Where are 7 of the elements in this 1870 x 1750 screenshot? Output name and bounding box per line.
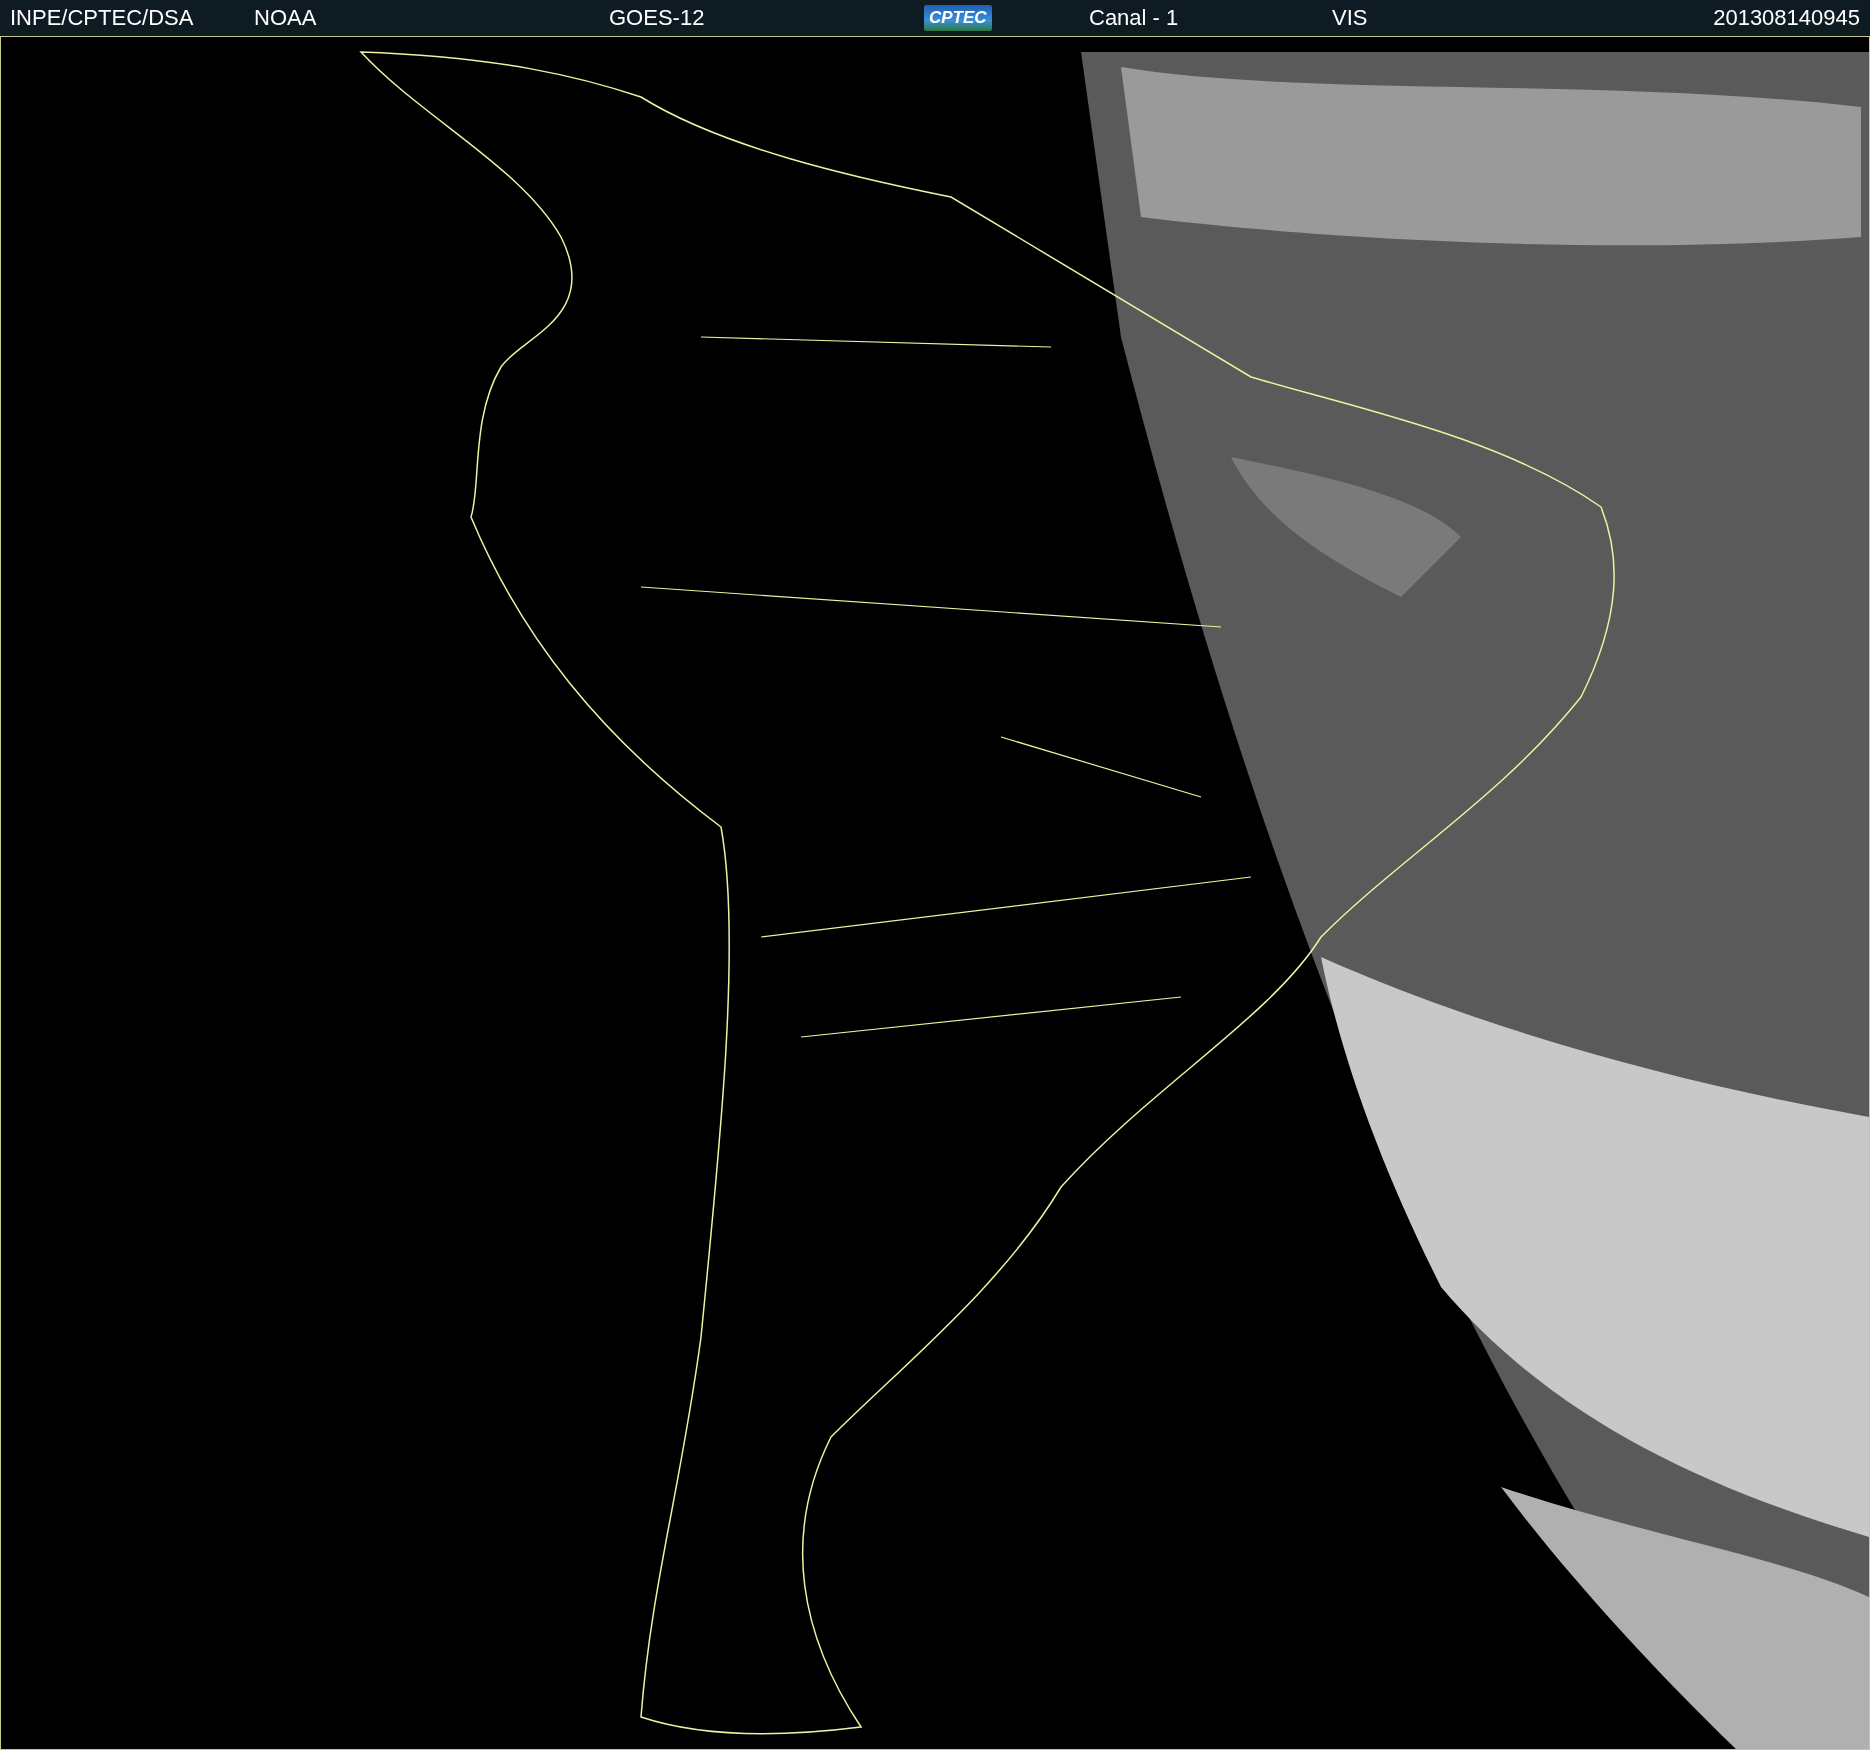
header-label: INPE/CPTEC/DSA [10,5,194,31]
header-label: 201308140945 [1713,5,1860,31]
logo: CPTEC [924,5,992,31]
header-label: Canal - 1 [1089,5,1179,31]
header-label: NOAA [254,5,317,31]
header-label: VIS [1332,5,1368,31]
header-label: GOES-12 [609,5,705,31]
